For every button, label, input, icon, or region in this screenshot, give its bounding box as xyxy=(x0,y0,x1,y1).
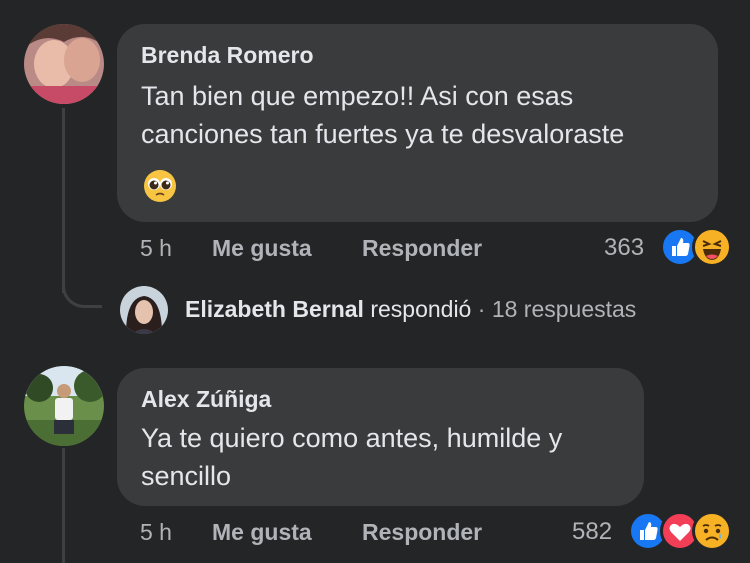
reply-author[interactable]: Elizabeth Bernal xyxy=(185,296,364,322)
comment-text-line-1: Ya te quiero como antes, humilde y xyxy=(141,423,563,453)
reply-summary[interactable]: Elizabeth Bernal respondió · 18 respuest… xyxy=(185,296,636,323)
reply-button[interactable]: Responder xyxy=(362,519,482,546)
comment-text-line-2: sencillo xyxy=(141,461,232,491)
comment-bubble-1: Brenda Romero Tan bien que empezo!! Asi … xyxy=(117,24,718,222)
reply-count[interactable]: 18 respuestas xyxy=(492,296,636,322)
comment-text-line-1: Tan bien que empezo!! Asi con esas xyxy=(141,81,574,111)
thread-line-2 xyxy=(62,448,65,563)
reply-action: respondió xyxy=(370,296,472,322)
avatar-brenda-romero[interactable] xyxy=(24,24,104,104)
thread-line-curve xyxy=(62,268,102,308)
comment-bubble-2: Alex Zúñiga Ya te quiero como antes, hum… xyxy=(117,368,644,506)
comment-timestamp[interactable]: 5 h xyxy=(140,519,172,546)
avatar-elizabeth-bernal[interactable] xyxy=(120,286,168,334)
comment-author[interactable]: Alex Zúñiga xyxy=(141,386,271,413)
sad-icon[interactable] xyxy=(692,511,732,551)
like-button[interactable]: Me gusta xyxy=(212,235,312,262)
reaction-count[interactable]: 363 xyxy=(604,234,644,262)
haha-icon[interactable] xyxy=(692,227,732,267)
comment-author[interactable]: Brenda Romero xyxy=(141,42,314,69)
comment-timestamp[interactable]: 5 h xyxy=(140,235,172,262)
avatar-alex-zuniga[interactable] xyxy=(24,366,104,446)
reaction-count[interactable]: 582 xyxy=(572,518,612,546)
comment-text-line-2: canciones tan fuertes ya te desvaloraste xyxy=(141,119,625,149)
like-button[interactable]: Me gusta xyxy=(212,519,312,546)
reply-separator: · xyxy=(477,296,486,322)
pleading-face-emoji xyxy=(143,169,177,203)
thread-line-1 xyxy=(62,108,65,293)
reply-button[interactable]: Responder xyxy=(362,235,482,262)
